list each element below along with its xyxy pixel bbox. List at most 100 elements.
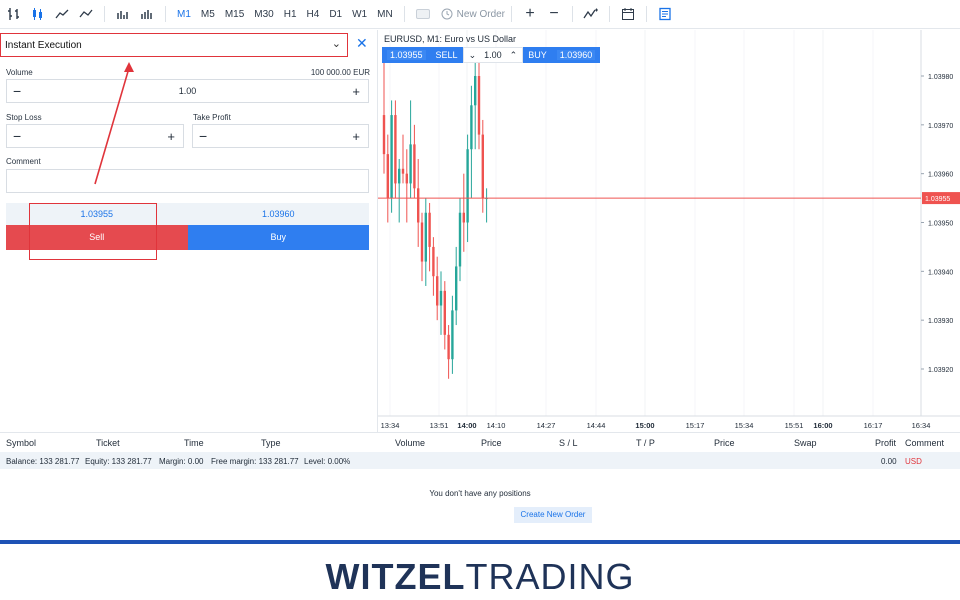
positions-panel: Symbol Ticket Time Type Volume Price S /… bbox=[0, 432, 960, 540]
volume-decrease-button[interactable]: − bbox=[13, 83, 21, 99]
candle-body bbox=[394, 115, 397, 184]
clock-icon bbox=[441, 8, 453, 20]
stop-loss-decrease-button[interactable]: − bbox=[13, 128, 21, 144]
account-summary-row: Balance: 133 281.77 Equity: 133 281.77 M… bbox=[0, 452, 960, 469]
stop-loss-increase-button[interactable]: + bbox=[167, 129, 175, 144]
candle-body bbox=[417, 188, 420, 223]
time-axis-label: 14:00 bbox=[457, 421, 476, 430]
calendar-icon[interactable] bbox=[616, 3, 640, 25]
candle-body bbox=[424, 212, 427, 262]
widget-sell-label: SELL bbox=[435, 50, 458, 60]
chevron-down-icon[interactable]: ⌄ bbox=[469, 50, 477, 61]
column-ticket[interactable]: Ticket bbox=[96, 438, 120, 448]
stop-loss-stepper[interactable]: − + bbox=[6, 124, 184, 148]
new-order-button[interactable]: New Order bbox=[441, 8, 505, 20]
timeframe-m1[interactable]: M1 bbox=[172, 3, 196, 25]
widget-buy-label: BUY bbox=[528, 50, 547, 60]
brand-footer: WITZELTRADING bbox=[0, 540, 960, 600]
chevron-up-icon[interactable]: ⌃ bbox=[510, 50, 518, 61]
time-axis-label: 14:27 bbox=[537, 421, 556, 430]
column-type[interactable]: Type bbox=[261, 438, 281, 448]
time-axis-label: 14:44 bbox=[587, 421, 606, 430]
candlestick-icon[interactable] bbox=[26, 3, 50, 25]
volume-stepper[interactable]: − 1.00 + bbox=[6, 79, 369, 103]
column-stop-loss[interactable]: S / L bbox=[559, 438, 578, 448]
column-time[interactable]: Time bbox=[184, 438, 204, 448]
buy-button[interactable]: Buy bbox=[187, 225, 369, 250]
execution-type-select[interactable]: Instant Execution ⌄ bbox=[0, 33, 348, 57]
volume-label: Volume bbox=[6, 68, 33, 77]
time-axis-label: 15:34 bbox=[735, 421, 754, 430]
toolbar: M1 M5 M15 M30 H1 H4 D1 W1 MN New Order +… bbox=[0, 0, 960, 29]
area-chart-icon[interactable] bbox=[74, 3, 98, 25]
timeframe-d1[interactable]: D1 bbox=[324, 3, 347, 25]
timeframe-group: M1 M5 M15 M30 H1 H4 D1 W1 MN bbox=[172, 3, 398, 25]
indicators-icon[interactable] bbox=[579, 3, 603, 25]
column-take-profit[interactable]: T / P bbox=[636, 438, 655, 448]
column-current-price[interactable]: Price bbox=[714, 438, 735, 448]
widget-volume-stepper[interactable]: ⌄ 1.00 ⌃ bbox=[462, 47, 524, 63]
sell-button[interactable]: Sell bbox=[6, 225, 188, 250]
take-profit-decrease-button[interactable]: − bbox=[199, 128, 207, 144]
candle-body bbox=[432, 246, 435, 277]
time-axis-label: 13:34 bbox=[381, 421, 400, 430]
widget-buy-button[interactable]: BUY 1.03960 bbox=[523, 47, 601, 63]
tick-volume-icon[interactable] bbox=[135, 3, 159, 25]
widget-volume[interactable]: 1.00 bbox=[484, 50, 502, 60]
column-profit[interactable]: Profit bbox=[875, 438, 896, 448]
separator bbox=[165, 6, 166, 22]
stop-loss-label: Stop Loss bbox=[6, 113, 42, 122]
sell-price: 1.03955 bbox=[80, 209, 114, 219]
timeframe-w1[interactable]: W1 bbox=[347, 3, 372, 25]
column-volume[interactable]: Volume bbox=[395, 438, 425, 448]
price-chart[interactable]: 13:34 13:51 14:00 14:10 14:27 14:44 15:00 15:17… bbox=[378, 30, 960, 432]
create-new-order-button[interactable]: Create New Order bbox=[514, 507, 592, 523]
take-profit-increase-button[interactable]: + bbox=[352, 129, 360, 144]
balance-value: Balance: 133 281.77 bbox=[6, 457, 80, 466]
volume-icon[interactable] bbox=[111, 3, 135, 25]
candle-body bbox=[451, 310, 454, 360]
current-price-label: 1.03955 bbox=[925, 196, 950, 203]
free-margin-value: Free margin: 133 281.77 bbox=[211, 457, 299, 466]
account-currency: USD bbox=[905, 457, 922, 466]
total-profit-value: 0.00 bbox=[881, 457, 897, 466]
column-open-price[interactable]: Price bbox=[481, 438, 502, 448]
column-comment[interactable]: Comment bbox=[905, 438, 944, 448]
close-icon[interactable]: ✕ bbox=[356, 35, 368, 52]
comment-field[interactable] bbox=[6, 169, 369, 193]
one-click-trading-icon[interactable] bbox=[411, 3, 435, 25]
price-axis-label: 1.03970 bbox=[928, 123, 953, 130]
timeframe-mn[interactable]: MN bbox=[372, 3, 398, 25]
time-axis-label: 15:51 bbox=[785, 421, 804, 430]
column-symbol[interactable]: Symbol bbox=[6, 438, 36, 448]
zoom-out-icon[interactable]: − bbox=[542, 3, 566, 25]
widget-sell-button[interactable]: 1.03955 SELL bbox=[382, 47, 463, 63]
candle-body bbox=[439, 290, 443, 306]
timeframe-m5[interactable]: M5 bbox=[196, 3, 220, 25]
separator bbox=[511, 6, 513, 22]
one-click-trade-widget: 1.03955 SELL ⌄ 1.00 ⌃ BUY 1.03960 bbox=[382, 47, 601, 63]
column-swap[interactable]: Swap bbox=[794, 438, 817, 448]
bar-chart-icon[interactable] bbox=[2, 3, 26, 25]
timeframe-m15[interactable]: M15 bbox=[220, 3, 249, 25]
templates-icon[interactable] bbox=[653, 3, 677, 25]
volume-value[interactable]: 1.00 bbox=[7, 86, 368, 96]
time-axis-label: 16:00 bbox=[813, 421, 832, 430]
time-axis-label: 13:51 bbox=[430, 421, 449, 430]
timeframe-h4[interactable]: H4 bbox=[302, 3, 325, 25]
empty-positions-message: You don't have any positions bbox=[429, 489, 531, 498]
chart-area[interactable]: 13:34 13:51 14:00 14:10 14:27 14:44 15:00 15:17… bbox=[377, 30, 960, 432]
candle-body bbox=[409, 144, 412, 184]
brand-part-two: TRADING bbox=[465, 556, 635, 597]
margin-value: Margin: 0.00 bbox=[159, 457, 204, 466]
zoom-in-icon[interactable]: + bbox=[518, 3, 542, 25]
line-chart-icon[interactable] bbox=[50, 3, 74, 25]
timeframe-m30[interactable]: M30 bbox=[249, 3, 278, 25]
candle-body bbox=[466, 149, 469, 223]
separator bbox=[646, 6, 648, 22]
take-profit-stepper[interactable]: − + bbox=[192, 124, 369, 148]
timeframe-h1[interactable]: H1 bbox=[279, 3, 302, 25]
positions-header: Symbol Ticket Time Type Volume Price S /… bbox=[0, 433, 960, 451]
price-axis-label: 1.03960 bbox=[928, 172, 953, 179]
volume-increase-button[interactable]: + bbox=[352, 84, 360, 99]
